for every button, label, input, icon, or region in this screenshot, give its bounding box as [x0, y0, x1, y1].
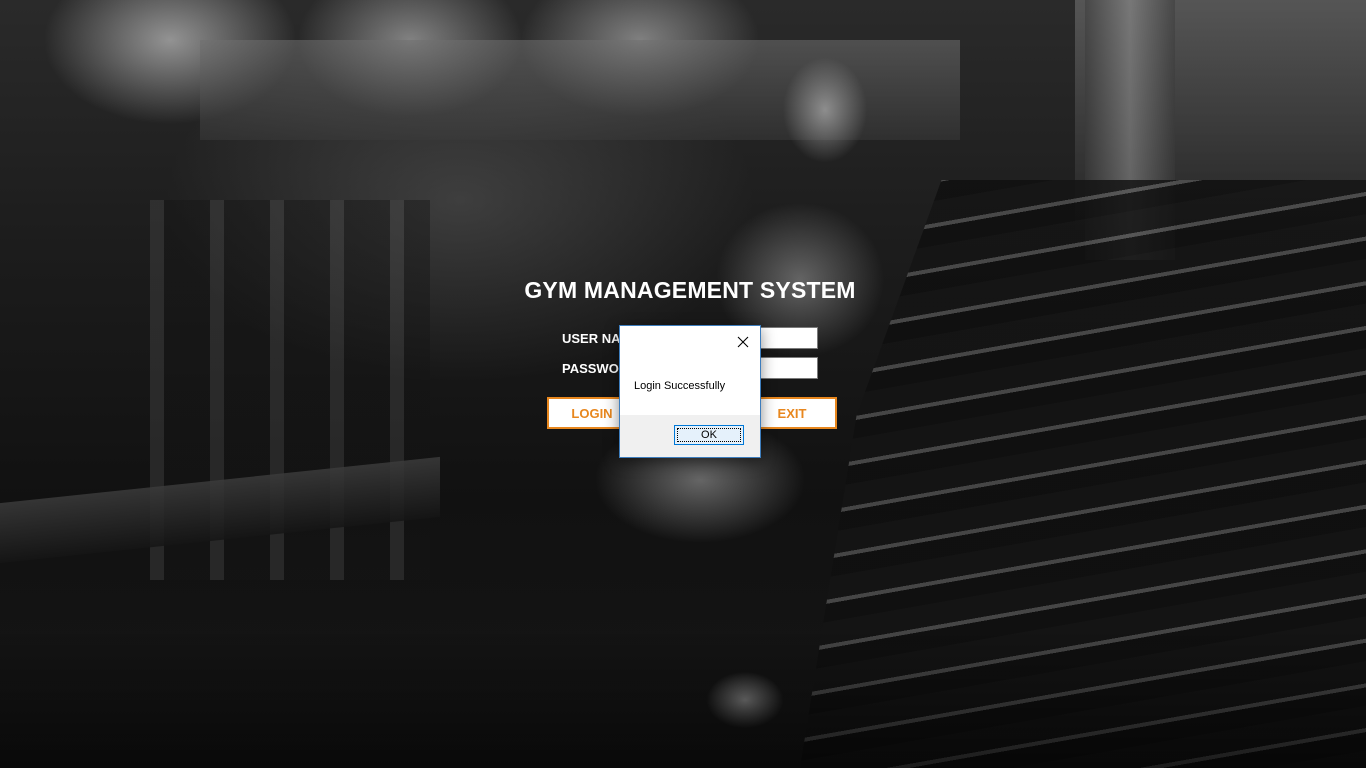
close-icon	[737, 336, 749, 348]
dialog-close-button[interactable]	[732, 332, 754, 352]
background-floor	[0, 628, 1366, 768]
app-title: GYM MANAGEMENT SYSTEM	[524, 277, 856, 303]
ok-button[interactable]: OK	[674, 425, 744, 445]
dialog-footer: OK	[620, 415, 760, 457]
message-dialog: Login Successfully OK	[619, 325, 761, 458]
dialog-message: Login Successfully	[634, 380, 726, 392]
login-window: GYM MANAGEMENT SYSTEM USER NAME PASSWORD…	[0, 0, 1366, 768]
